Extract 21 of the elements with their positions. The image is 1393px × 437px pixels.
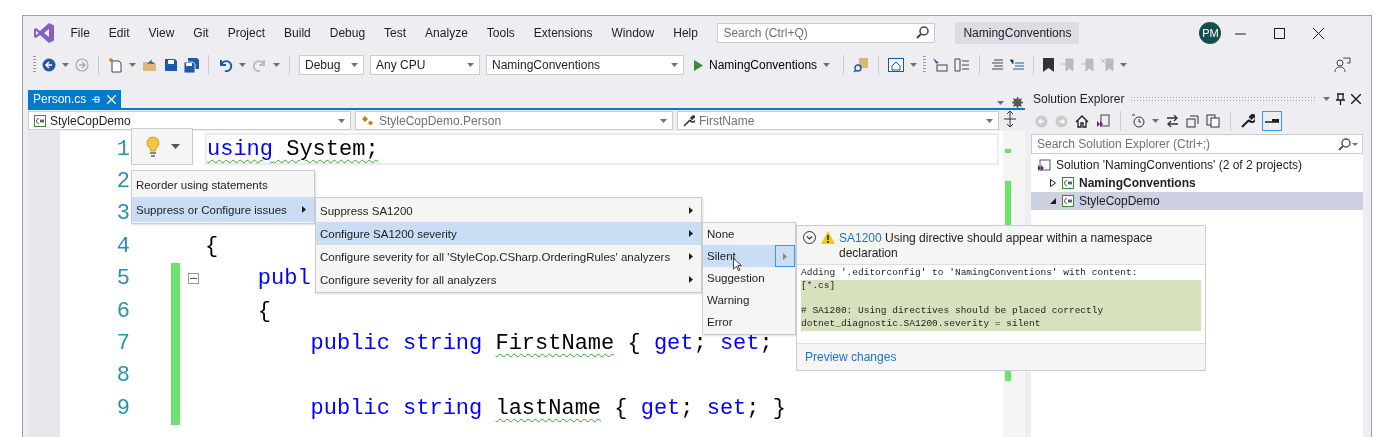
line-number: 6 — [115, 298, 130, 324]
added-line: # SA1200: Using directives should be placed correctly — [801, 305, 1105, 318]
line-number: 1 — [115, 136, 130, 162]
code-line: publ — [256, 265, 311, 294]
line-number: 3 — [115, 201, 130, 227]
code-line: { — [256, 297, 271, 326]
line-number: 2 — [115, 169, 130, 195]
preview-intro: Adding '.editorconfig' to 'NamingConventions' with content: — [801, 267, 1139, 280]
diagnostic-message: SA1200 Using directive should appear within a namespace declaration — [839, 231, 1154, 261]
code-line: public string lastName { get; set; } — [309, 394, 786, 423]
line-number: 8 — [115, 363, 130, 389]
added-line: [*.cs] — [801, 279, 837, 293]
line-number: 9 — [115, 395, 130, 421]
line-number: 7 — [115, 331, 130, 357]
added-line: dotnet_diagnostic.SA1200.severity = silent — [801, 317, 1042, 331]
code-line: { — [205, 232, 219, 261]
line-number: 4 — [115, 233, 130, 259]
window-title: NamingConventions — [955, 22, 1080, 44]
panel-title: Solution Explorer — [1033, 92, 1125, 106]
code-line: public string FirstName { get; set; — [309, 330, 773, 359]
line-number: 5 — [115, 266, 130, 292]
